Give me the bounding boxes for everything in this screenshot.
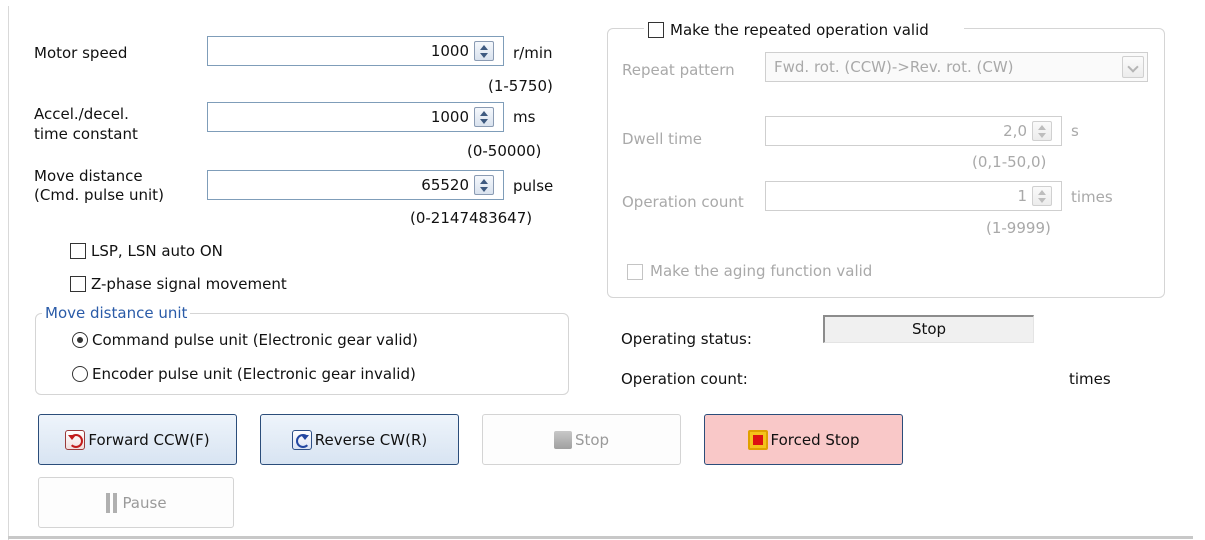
pause-button[interactable]: Pause [38,477,234,528]
spin-down-icon[interactable] [480,187,488,192]
command-pulse-label[interactable]: Command pulse unit (Electronic gear vali… [92,331,418,349]
stop-label: Stop [574,430,610,449]
operation-count-status-unit: times [1069,370,1111,388]
panel-bottom-divider [8,536,1193,539]
dwell-time-range: (0,1-50,0) [972,153,1047,171]
stop-button[interactable]: Stop [482,414,681,465]
reverse-rotation-icon [291,429,312,450]
forward-ccw-label: Forward CCW(F) [88,430,210,449]
operation-count-unit: times [1071,188,1113,206]
operating-status-label: Operating status: [621,330,752,348]
spin-down-icon[interactable] [1038,133,1046,138]
dwell-time-unit: s [1071,122,1079,140]
accel-label-line2: time constant [34,125,138,143]
accel-label-line1: Accel./decel. [34,105,129,123]
spin-up-icon[interactable] [480,111,488,116]
accel-time-input[interactable]: 1000 [207,102,504,132]
operating-status-value: Stop [823,315,1034,343]
motor-speed-range: (1-5750) [488,77,553,95]
operation-count-label: Operation count [622,193,744,211]
command-pulse-radio[interactable] [72,332,88,348]
motor-speed-label: Motor speed [34,44,128,62]
reverse-cw-label: Reverse CW(R) [314,430,428,449]
zphase-checkbox[interactable] [70,276,86,292]
forced-stop-icon [747,429,768,450]
encoder-pulse-radio[interactable] [72,366,88,382]
move-distance-range: (0-2147483647) [410,209,533,227]
spin-down-icon[interactable] [480,119,488,124]
motor-speed-unit: r/min [513,44,553,62]
dwell-time-spinner[interactable] [1032,121,1052,141]
repeat-pattern-value: Fwd. rot. (CCW)->Rev. rot. (CW) [774,58,1014,76]
move-distance-input[interactable]: 65520 [207,170,504,200]
spin-up-icon[interactable] [1038,125,1046,130]
distance-label-line1: Move distance [34,167,143,185]
spin-up-icon[interactable] [480,179,488,184]
encoder-pulse-label[interactable]: Encoder pulse unit (Electronic gear inva… [92,365,416,383]
operation-count-range: (1-9999) [986,219,1051,237]
zphase-label[interactable]: Z-phase signal movement [91,275,287,293]
motor-speed-spinner[interactable] [474,41,494,61]
spin-down-icon[interactable] [480,53,488,58]
spin-down-icon[interactable] [1038,198,1046,203]
accel-time-range: (0-50000) [467,142,542,160]
radio-selected-dot [77,337,83,343]
spin-up-icon[interactable] [1038,190,1046,195]
forward-rotation-icon [65,429,86,450]
operation-count-input[interactable]: 1 [765,181,1062,211]
repeat-enable-checkbox[interactable] [648,22,664,38]
pause-label: Pause [122,493,167,512]
operation-count-status-label: Operation count: [621,370,748,388]
distance-label-line2: (Cmd. pulse unit) [34,186,164,204]
chevron-down-icon[interactable] [1122,56,1144,78]
spin-up-icon[interactable] [480,45,488,50]
accel-time-unit: ms [513,108,536,126]
stop-icon [553,430,572,449]
lsp-lsn-auto-checkbox[interactable] [70,243,86,259]
forced-stop-label: Forced Stop [770,430,860,449]
motor-speed-input[interactable]: 1000 [207,36,504,66]
lsp-lsn-auto-label[interactable]: LSP, LSN auto ON [91,242,223,260]
forward-ccw-button[interactable]: Forward CCW(F) [38,414,237,465]
repeat-pattern-select[interactable]: Fwd. rot. (CCW)->Rev. rot. (CW) [765,52,1148,82]
operation-count-spinner[interactable] [1032,186,1052,206]
aging-function-checkbox[interactable] [627,264,643,280]
move-distance-spinner[interactable] [474,175,494,195]
dwell-time-input[interactable]: 2,0 [765,116,1062,146]
aging-function-label[interactable]: Make the aging function valid [650,262,872,280]
move-distance-unit-legend: Move distance unit [42,304,191,322]
pause-icon [105,492,119,513]
reverse-cw-button[interactable]: Reverse CW(R) [260,414,459,465]
forced-stop-button[interactable]: Forced Stop [704,414,903,465]
accel-time-spinner[interactable] [474,107,494,127]
dwell-time-label: Dwell time [622,130,703,148]
repeat-enable-label[interactable]: Make the repeated operation valid [670,21,929,39]
move-distance-unit: pulse [513,177,554,195]
repeat-pattern-label: Repeat pattern [622,61,735,79]
